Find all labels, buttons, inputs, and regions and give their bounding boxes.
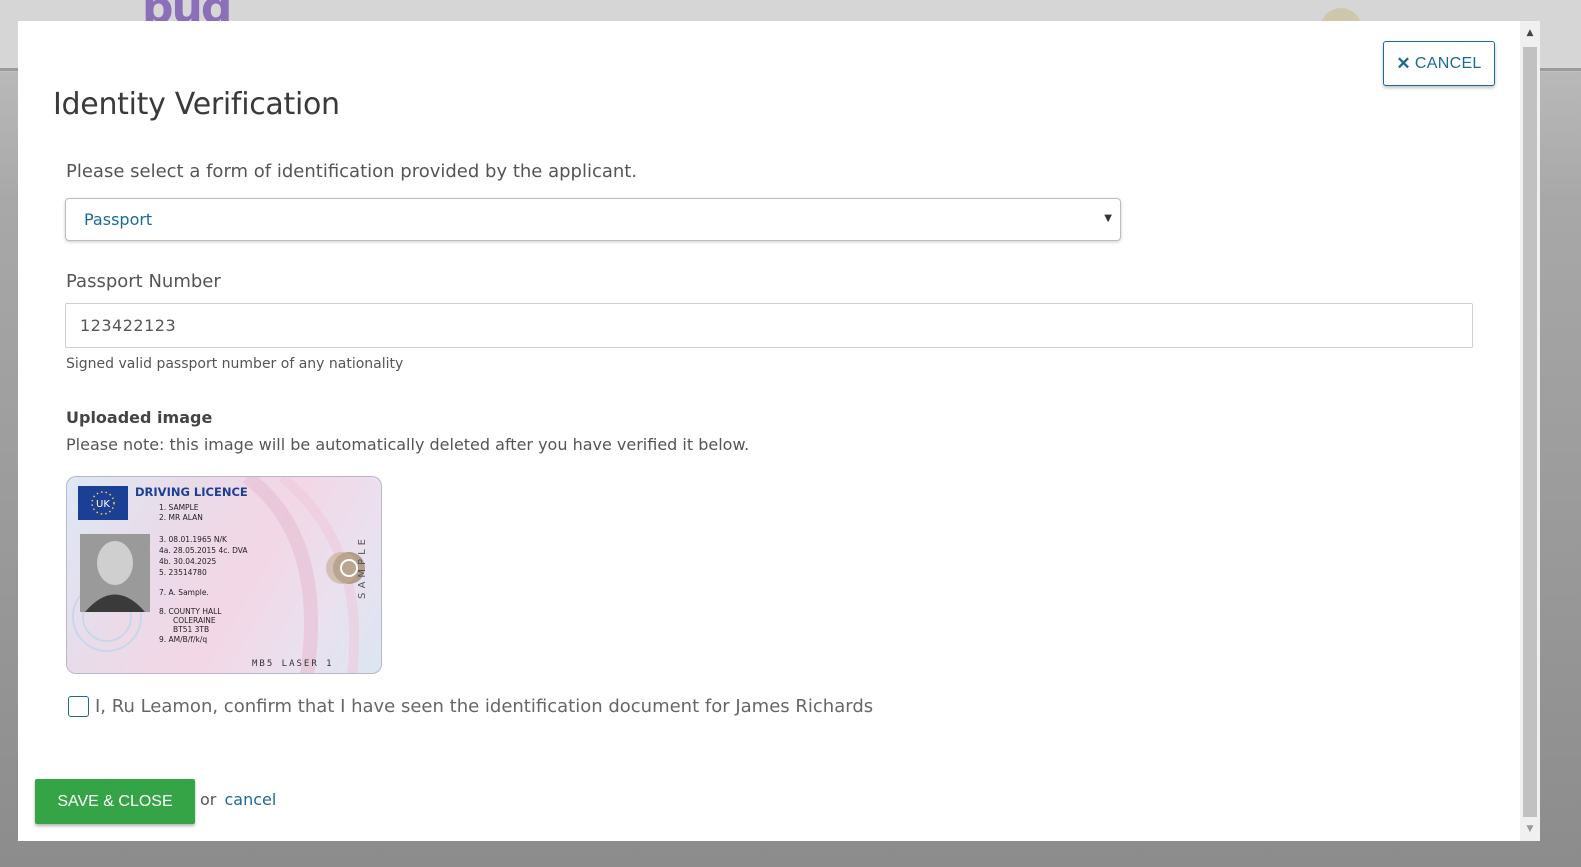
backdrop-divider xyxy=(0,68,18,71)
modal-scrollbar[interactable]: ▲ ▼ xyxy=(1520,21,1540,841)
caret-down-icon: ▼ xyxy=(1104,213,1112,224)
scroll-down-arrow-icon[interactable]: ▼ xyxy=(1520,819,1540,839)
licence-line: 4b. 30.04.2025 xyxy=(159,557,216,566)
licence-line: 7. A. Sample. xyxy=(159,588,209,597)
licence-line: 5. 23514780 xyxy=(159,568,207,577)
backdrop-divider xyxy=(1540,68,1581,71)
licence-line: 3. 08.01.1965 N/K xyxy=(159,535,228,544)
passport-number-hint: Signed valid passport number of any nati… xyxy=(66,356,404,372)
uploaded-id-image: UK DRIVING LICENCE 1. SAMPLE 2. MR ALAN … xyxy=(66,476,382,674)
id-type-selected-value: Passport xyxy=(84,210,153,229)
licence-country: UK xyxy=(96,499,110,510)
cancel-link[interactable]: cancel xyxy=(224,790,276,809)
backdrop-logo: bud xyxy=(142,0,254,22)
uploaded-image-title: Uploaded image xyxy=(66,408,213,427)
licence-line: 9. AM/B/f/k/q xyxy=(159,635,207,644)
passport-number-label: Passport Number xyxy=(66,271,221,292)
licence-line: 8. COUNTY HALL xyxy=(159,607,222,616)
passport-number-value: 123422123 xyxy=(80,316,177,335)
close-icon: ✕ xyxy=(1396,53,1411,73)
identity-verification-modal: ✕ CANCEL Identity Verification Please se… xyxy=(18,21,1520,841)
licence-header: DRIVING LICENCE xyxy=(135,485,248,499)
licence-line: BT51 3TB xyxy=(173,625,209,634)
licence-line: 2. MR ALAN xyxy=(159,513,203,522)
scroll-up-arrow-icon[interactable]: ▲ xyxy=(1520,23,1540,43)
or-text: or xyxy=(200,790,217,809)
backdrop-logo-text: bud xyxy=(142,0,232,22)
licence-side-text: SAMPLE xyxy=(357,535,368,599)
scrollbar-thumb[interactable] xyxy=(1523,47,1537,817)
confirm-row: I, Ru Leamon, confirm that I have seen t… xyxy=(68,696,873,717)
confirm-label: I, Ru Leamon, confirm that I have seen t… xyxy=(95,696,874,717)
licence-line: 1. SAMPLE xyxy=(159,503,199,512)
passport-number-input[interactable]: 123422123 xyxy=(65,303,1473,348)
licence-line: 4a. 28.05.2015 4c. DVA xyxy=(159,546,248,555)
id-type-prompt: Please select a form of identification p… xyxy=(66,161,638,182)
save-close-button[interactable]: SAVE & CLOSE xyxy=(35,779,195,824)
confirm-checkbox[interactable] xyxy=(68,696,89,717)
uploaded-image-note: Please note: this image will be automati… xyxy=(66,435,750,454)
id-type-select[interactable]: Passport ▼ xyxy=(65,198,1121,241)
driving-licence-illustration: UK DRIVING LICENCE 1. SAMPLE 2. MR ALAN … xyxy=(72,477,368,673)
licence-line: COLERAINE xyxy=(173,616,216,625)
or-cancel-row: or cancel xyxy=(200,790,276,809)
cancel-top-label: CANCEL xyxy=(1414,54,1482,72)
licence-footer: MB5 LASER 1 xyxy=(252,659,334,669)
cancel-top-button[interactable]: ✕ CANCEL xyxy=(1383,41,1495,86)
page-title: Identity Verification xyxy=(53,87,340,122)
